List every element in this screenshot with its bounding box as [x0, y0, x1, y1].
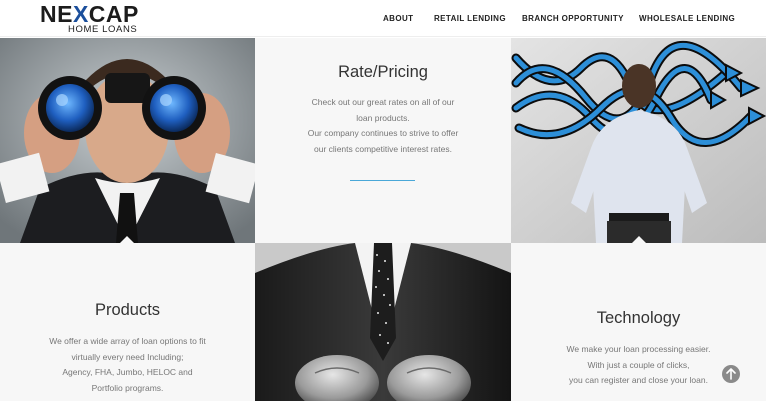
rate-pricing-line: Our company continues to strive to offer	[307, 128, 459, 138]
nav-retail-lending[interactable]: RETAIL LENDING	[434, 14, 506, 23]
site-header: NEXCAP HOME LOANS ABOUT RETAIL LENDING B…	[0, 0, 766, 37]
products-line: Agency, FHA, Jumbo, HELOC and	[62, 367, 193, 377]
products-panel: Products We offer a wide array of loan o…	[0, 243, 255, 401]
technology-line: We make your loan processing easier.	[566, 344, 711, 354]
man-with-binoculars-image	[0, 38, 255, 243]
products-line: virtually every need Including;	[71, 351, 184, 362]
nexcap-logo[interactable]: NEXCAP HOME LOANS	[40, 3, 172, 36]
logo-wordmark: NEXCAP	[40, 3, 139, 26]
rate-pricing-description: Check out our great rates on all of our …	[255, 95, 511, 157]
rate-pricing-line: loan products.	[356, 112, 410, 123]
nav-about[interactable]: ABOUT	[383, 14, 413, 23]
arrows-illustration	[511, 38, 766, 243]
arrow-up-icon	[726, 368, 736, 380]
nav-wholesale-lending[interactable]: WHOLESALE LENDING	[639, 14, 735, 23]
notch-triangle	[120, 236, 134, 243]
accent-underline	[350, 180, 415, 181]
technology-title: Technology	[596, 309, 681, 327]
binoculars-illustration	[0, 38, 255, 243]
rate-pricing-line: Check out our great rates on all of our	[311, 97, 455, 107]
boxer-illustration	[255, 243, 511, 401]
products-description: We offer a wide array of loan options to…	[0, 334, 255, 396]
rate-pricing-line: our clients competitive interest rates.	[314, 143, 452, 154]
rate-pricing-title: Rate/Pricing	[338, 63, 428, 81]
logo-subtitle: HOME LOANS	[68, 24, 138, 35]
products-title: Products	[94, 301, 161, 319]
nav-branch-opportunity[interactable]: BRANCH OPPORTUNITY	[522, 14, 624, 23]
rate-pricing-panel: Rate/Pricing Check out our great rates o…	[255, 38, 511, 243]
back-to-top-button[interactable]	[722, 365, 740, 383]
notch-triangle	[632, 236, 646, 243]
products-line: We offer a wide array of loan options to…	[49, 336, 206, 346]
man-facing-arrows-image	[511, 38, 766, 243]
suited-man-boxing-gloves-image	[255, 243, 511, 401]
products-line: Portfolio programs.	[91, 382, 164, 393]
